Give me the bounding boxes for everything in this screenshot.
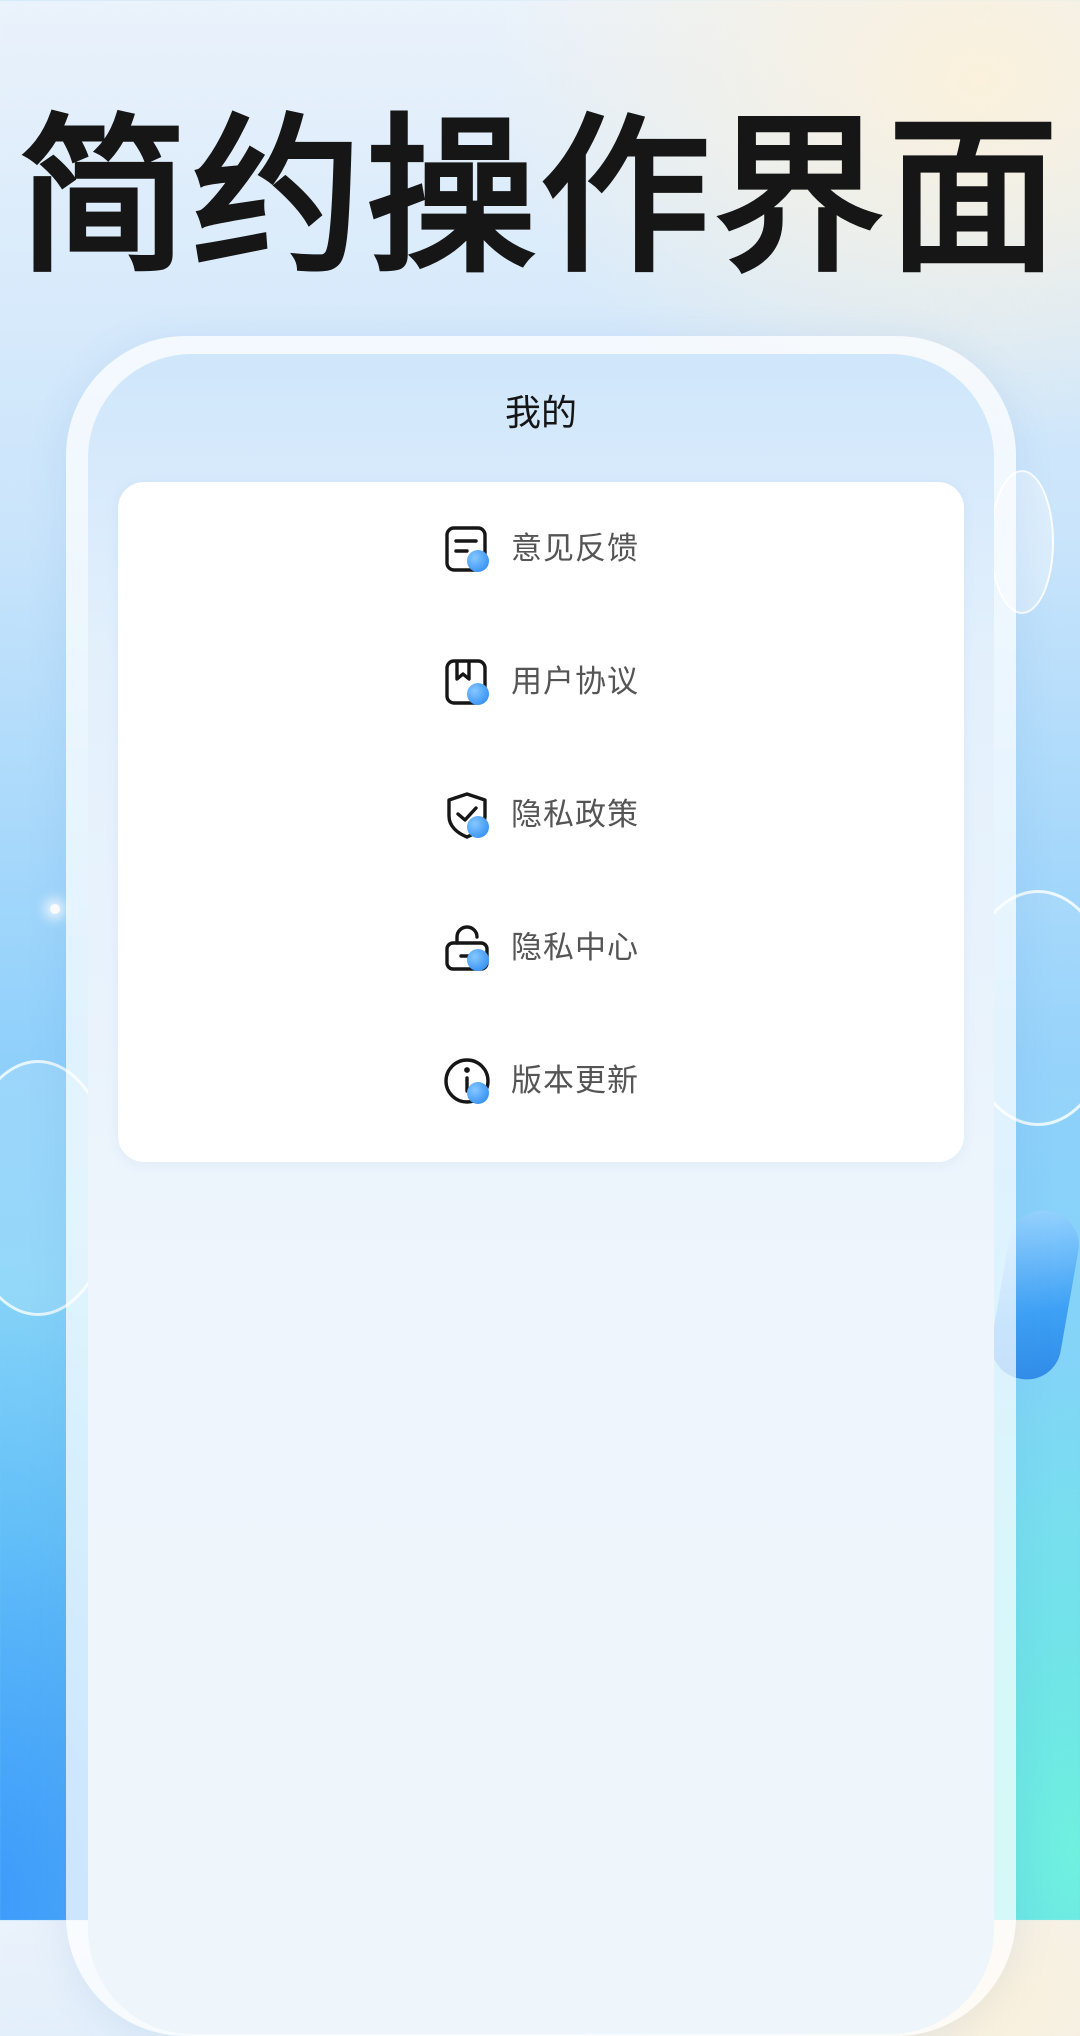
menu-item-user-agreement[interactable]: 用户协议 — [118, 615, 964, 748]
page-title: 我的 — [504, 393, 577, 434]
promo-headline: 简约操作界面 — [17, 99, 1062, 297]
settings-menu-card: 意见反馈 用户协议 隐私政策 隐私中心 版本更新 — [118, 482, 964, 1162]
decorative-sparkle — [50, 904, 60, 914]
feedback-note-icon — [443, 524, 491, 574]
menu-item-privacy-policy[interactable]: 隐私政策 — [118, 748, 964, 881]
shield-check-icon — [443, 790, 491, 840]
padlock-icon — [443, 923, 491, 973]
phone-screen: 我的 意见反馈 用户协议 隐私政策 隐私中心 版本更新 — [88, 354, 994, 2034]
menu-item-label: 隐私政策 — [511, 796, 639, 833]
info-icon — [443, 1056, 491, 1106]
menu-item-label: 用户协议 — [511, 663, 639, 700]
menu-item-feedback[interactable]: 意见反馈 — [118, 482, 964, 615]
menu-item-privacy-center[interactable]: 隐私中心 — [118, 881, 964, 1014]
menu-item-label: 隐私中心 — [511, 929, 639, 966]
bookmark-document-icon — [443, 657, 491, 707]
menu-item-label: 意见反馈 — [511, 530, 639, 567]
menu-item-label: 版本更新 — [511, 1062, 639, 1099]
menu-item-version-update[interactable]: 版本更新 — [118, 1014, 964, 1147]
